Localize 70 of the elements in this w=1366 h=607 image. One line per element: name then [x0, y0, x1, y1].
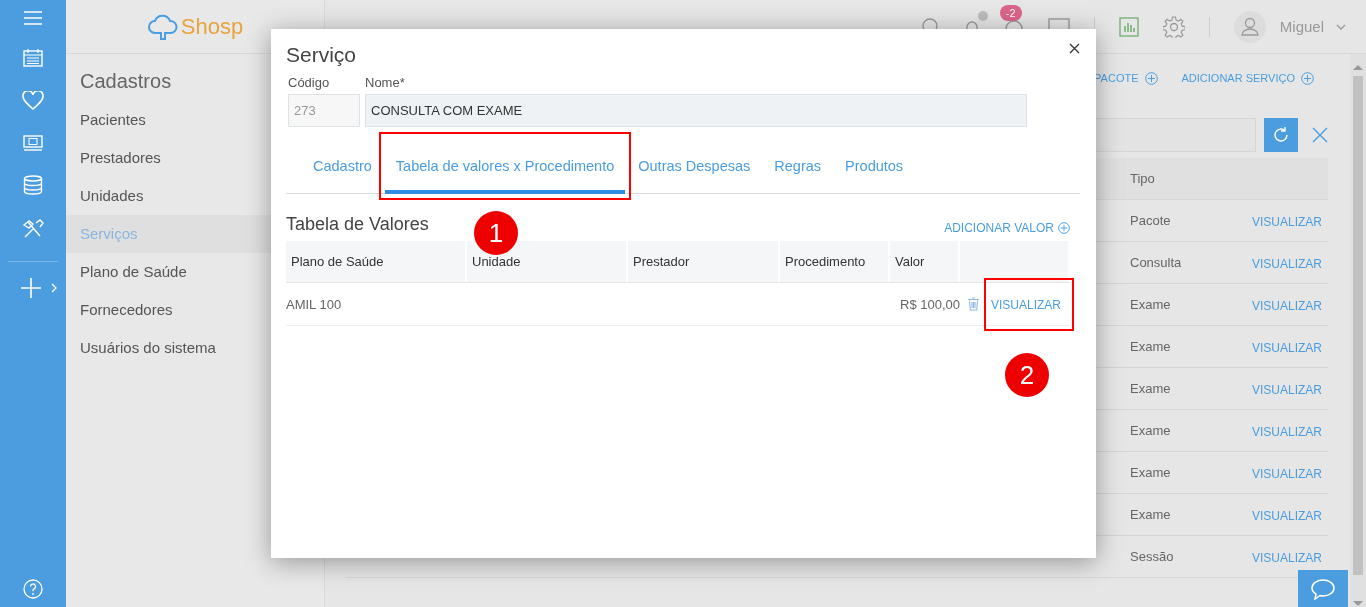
help-icon[interactable]	[23, 579, 43, 599]
user-name[interactable]: Miguel	[1279, 18, 1324, 35]
plus-circle-icon	[1144, 71, 1158, 85]
scroll-down-icon[interactable]	[1353, 601, 1363, 607]
status-dot	[977, 10, 988, 21]
plus-icon[interactable]	[21, 278, 41, 298]
tab[interactable]: Regras	[763, 141, 833, 194]
table-cell: Exame	[1130, 297, 1171, 312]
step-marker: 2	[1005, 353, 1049, 397]
view-link[interactable]: VISUALIZAR	[1251, 256, 1322, 271]
bar-chart-icon[interactable]	[1118, 16, 1139, 37]
view-link[interactable]: VISUALIZAR	[1251, 508, 1322, 523]
tab[interactable]: Cadastro	[302, 141, 383, 194]
chat-button[interactable]	[1298, 570, 1348, 607]
table-cell: Exame	[1130, 423, 1171, 438]
settings-icon[interactable]	[1162, 15, 1185, 38]
input-field[interactable]: CONSULTA COM EXAME	[365, 94, 1027, 127]
table-cell: Exame	[1130, 507, 1171, 522]
tools-icon[interactable]	[22, 219, 44, 239]
table-cell: Pacote	[1130, 213, 1171, 228]
speech-bubble-icon	[1310, 577, 1336, 600]
cloud-logo-icon	[146, 12, 179, 41]
money-icon[interactable]	[23, 135, 43, 151]
view-link[interactable]: VISUALIZAR	[1251, 424, 1322, 439]
table-cell: Exame	[1130, 465, 1171, 480]
view-link[interactable]: VISUALIZAR	[1251, 340, 1322, 355]
dialog-title: Serviço	[286, 43, 357, 67]
heart-icon[interactable]	[22, 91, 44, 111]
scroll-up-icon[interactable]	[1353, 64, 1363, 70]
view-link[interactable]: VISUALIZAR	[1251, 298, 1322, 313]
calendar-icon[interactable]	[23, 49, 43, 67]
table-cell: Sessão	[1130, 549, 1174, 564]
tab[interactable]: Tabela de valores x Procedimento	[384, 141, 626, 194]
refresh-icon	[1272, 126, 1290, 144]
column-header: Tipo	[1123, 158, 1242, 199]
table-cell: R$ 100,00	[900, 296, 960, 312]
column-header: Procedimento	[780, 241, 890, 282]
view-link[interactable]: VISUALIZAR	[1251, 466, 1322, 481]
field-label: Código	[288, 75, 331, 90]
column-header: Prestador	[628, 241, 780, 282]
table-cell: Consulta	[1130, 255, 1182, 270]
chevron-down-icon[interactable]	[1336, 23, 1346, 30]
view-link[interactable]: VISUALIZAR	[1251, 550, 1322, 565]
tab[interactable]: Outras Despesas	[627, 141, 762, 194]
trash-icon[interactable]	[968, 297, 979, 311]
table-cell: Exame	[1130, 381, 1171, 396]
database-icon[interactable]	[23, 175, 43, 195]
plus-circle-icon	[1301, 71, 1314, 85]
scrollbar[interactable]	[1350, 54, 1366, 607]
logo-text: Shosp	[180, 13, 244, 40]
table-cell: Exame	[1130, 339, 1171, 354]
plus-circle-icon	[1058, 222, 1070, 234]
avatar-icon[interactable]	[1233, 10, 1266, 43]
field-label: Nome*	[365, 75, 406, 90]
chevron-right-icon[interactable]	[51, 283, 57, 293]
column-header: Valor	[890, 241, 960, 282]
notification-badge: -2	[999, 4, 1022, 21]
menu-icon[interactable]	[24, 11, 42, 25]
column-header: Plano de Saúde	[286, 241, 467, 282]
view-link[interactable]: VISUALIZAR	[991, 297, 1062, 312]
step-marker: 1	[474, 211, 518, 255]
table-cell: AMIL 100	[286, 296, 342, 312]
view-link[interactable]: VISUALIZAR	[1251, 382, 1322, 397]
refresh-button[interactable]	[1264, 118, 1298, 152]
tab[interactable]: Produtos	[834, 141, 915, 194]
add-link[interactable]: ADICIONAR SERVIÇO	[1181, 71, 1314, 85]
close-icon[interactable]	[1069, 43, 1080, 54]
sidebar-title: Cadastros	[80, 70, 172, 93]
add-value-link[interactable]: ADICIONAR VALOR	[944, 221, 1070, 235]
view-link[interactable]: VISUALIZAR	[1251, 214, 1322, 229]
